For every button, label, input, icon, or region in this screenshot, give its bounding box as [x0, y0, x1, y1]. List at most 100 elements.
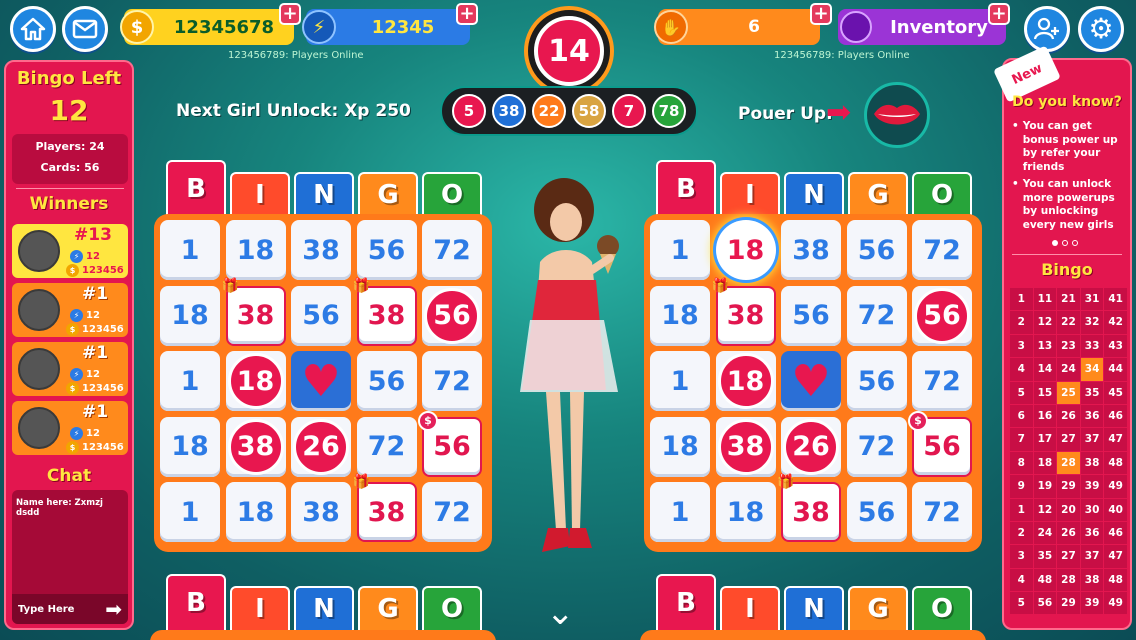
add-coins-button[interactable]: + [279, 3, 301, 25]
bingo-cell[interactable]: 18 [160, 285, 220, 346]
cell-number: 56 [857, 234, 896, 266]
bingo-cell[interactable]: 56 [781, 285, 841, 346]
cell-number: 38 [792, 234, 830, 266]
number-grid-cell: 29 [1057, 592, 1081, 616]
bingo-cell[interactable]: 1 [160, 220, 220, 280]
bingo-cell[interactable]: 18 [225, 482, 286, 542]
winner-item[interactable]: #13 ⚡ 12 $123456 [12, 224, 128, 278]
pager-dot[interactable] [1072, 240, 1078, 246]
bingo-cell[interactable]: 18 [715, 482, 776, 542]
number-grid-cell: 49 [1104, 475, 1128, 499]
home-button[interactable] [10, 6, 56, 52]
cell-number: 38 [302, 496, 340, 528]
bingo-cell[interactable]: 18 [225, 220, 286, 280]
bingo-cell[interactable]: 18 [715, 220, 776, 280]
bingo-cell[interactable]: 38 🎁 [712, 278, 776, 346]
cell-number: 72 [923, 496, 961, 528]
chat-input[interactable]: Type Here ➡ [12, 594, 128, 624]
bingo-cell[interactable]: 72 [912, 482, 972, 542]
chevron-down-icon[interactable]: ⌄ [546, 596, 575, 630]
bingo-cell[interactable]: 38 [715, 416, 776, 477]
bingo-cell[interactable]: 38 [781, 220, 841, 280]
send-arrow-icon[interactable]: ➡ [105, 597, 122, 621]
bingo-cell[interactable]: 26 [781, 416, 841, 477]
bingo-cell[interactable]: 38 [291, 482, 351, 542]
lightning-icon: ⚡ [70, 309, 83, 322]
bingo-cell[interactable]: 56 [912, 285, 972, 346]
power-up-button[interactable] [864, 82, 930, 148]
bingo-cell[interactable]: 18 [650, 285, 710, 346]
bingo-cell[interactable]: 56 [356, 351, 417, 411]
bingo-cell[interactable]: 56 [356, 220, 417, 280]
coin-icon: $ [908, 410, 928, 431]
bingo-cell[interactable]: 56 [422, 285, 482, 346]
bingo-cell[interactable]: 72 [846, 416, 907, 477]
bingo-cell[interactable]: 1 [650, 351, 710, 411]
add-inventory-button[interactable]: + [988, 3, 1010, 25]
bingo-cell[interactable]: 38 [291, 220, 351, 280]
bingo-cell[interactable]: 72 [846, 285, 907, 346]
bingo-cell[interactable]: 38 [225, 416, 286, 477]
cell-number: 18 [726, 496, 765, 528]
bingo-cell[interactable]: 72 [912, 220, 972, 280]
cell-number: 56 [914, 287, 970, 344]
divider [16, 188, 124, 189]
add-boost-button[interactable]: + [810, 3, 832, 25]
tips-pager[interactable] [1052, 240, 1078, 246]
bingo-cell[interactable]: 56 [846, 351, 907, 411]
bingo-cell[interactable]: 72 [422, 351, 482, 411]
bingo-cell[interactable]: 1 [650, 220, 710, 280]
add-energy-button[interactable]: + [456, 3, 478, 25]
number-grid-cell: 1 [1010, 288, 1034, 312]
cell-number: 26 [783, 418, 839, 475]
pager-dot[interactable] [1062, 240, 1068, 246]
winner-item[interactable]: #1 ⚡ 12 $123456 [12, 401, 128, 455]
bingo-cell[interactable]: ♥ [781, 351, 841, 411]
bingo-cell[interactable]: 18 [160, 416, 220, 477]
bingo-cell[interactable]: 18 [650, 416, 710, 477]
bingo-cell[interactable]: 38 🎁 [353, 474, 417, 542]
bingo-card-partial [150, 630, 496, 640]
bingo-cell[interactable]: 38 🎁 [353, 278, 417, 346]
coins-value: 12345678 [173, 16, 275, 38]
bingo-cell[interactable]: 72 [912, 351, 972, 411]
bingo-cell[interactable]: 18 [715, 351, 776, 411]
bingo-cell[interactable]: 56 $ [908, 410, 972, 477]
inventory-button[interactable]: Inventory [838, 9, 1006, 45]
bingo-cell[interactable]: 56 [846, 220, 907, 280]
bingo-letter-g: G [358, 172, 418, 216]
bingo-cell[interactable]: 72 [356, 416, 417, 477]
bingo-cell[interactable]: 1 [160, 482, 220, 542]
bingo-cell[interactable]: 56 $ [418, 410, 482, 477]
number-grid-cell: 42 [1104, 311, 1128, 335]
bingo-cell[interactable]: 38 🎁 [777, 474, 841, 542]
settings-button[interactable]: ⚙ [1078, 6, 1124, 52]
bingo-letter-o: O [422, 586, 482, 630]
number-grid-cell: 26 [1057, 521, 1081, 546]
winner-item[interactable]: #1 ⚡ 12 $123456 [12, 283, 128, 337]
gift-icon: 🎁 [777, 474, 795, 490]
bingo-cell[interactable]: 72 [422, 220, 482, 280]
cell-number: 56 [367, 365, 406, 397]
bullet-icon: • [1012, 120, 1019, 132]
number-grid-cell: 28 [1057, 568, 1081, 593]
boost-counter: ✋ 6 [654, 9, 820, 45]
bingo-cell[interactable]: 56 [291, 285, 351, 346]
number-grid-cell: 5 [1010, 381, 1034, 405]
bingo-cell[interactable]: 1 [650, 482, 710, 542]
cell-number: 1 [180, 365, 200, 397]
bingo-cell[interactable]: ♥ [291, 351, 351, 411]
bingo-cell[interactable]: 26 [291, 416, 351, 477]
bingo-cell[interactable]: 72 [422, 482, 482, 542]
bingo-cell[interactable]: 56 [846, 482, 907, 542]
bingo-cell[interactable]: 38 🎁 [222, 278, 286, 346]
add-friend-button[interactable] [1024, 6, 1070, 52]
pager-dot[interactable] [1052, 240, 1058, 246]
mail-button[interactable] [62, 6, 108, 52]
bingo-cell[interactable]: 1 [160, 351, 220, 411]
boost-value: 6 [748, 17, 760, 37]
cards-count: Cards: 56 [40, 161, 100, 174]
cell-number: 18 [717, 353, 774, 409]
winner-item[interactable]: #1 ⚡ 12 $123456 [12, 342, 128, 396]
bingo-cell[interactable]: 18 [225, 351, 286, 411]
